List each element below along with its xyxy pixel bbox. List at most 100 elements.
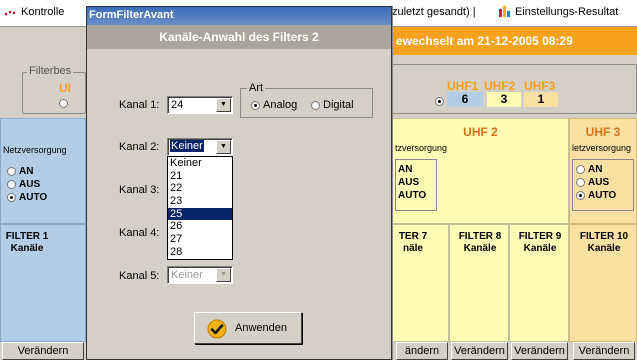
- uhf2-radio-group: AN AUS AUTO: [395, 159, 437, 211]
- uhf1-radio-aus[interactable]: AUS: [7, 178, 40, 191]
- dropdown-option[interactable]: 21: [168, 170, 232, 183]
- art-analog-label: Analog: [263, 99, 298, 111]
- art-radio-digital[interactable]: Digital: [311, 99, 354, 111]
- filter9-panel: FILTER 9 Kanäle: [509, 224, 569, 342]
- kanal2-select[interactable]: Keiner ▼: [167, 138, 233, 156]
- filter8-title: FILTER 8: [458, 231, 502, 242]
- uhf2-radio-an[interactable]: AN: [398, 163, 412, 176]
- uhf1-radio-an[interactable]: AN: [7, 165, 33, 178]
- status-strip: ewechselt am 21-12-2005 08:29: [390, 27, 637, 55]
- filter7-change-button[interactable]: ändern: [396, 342, 448, 360]
- bar-chart-icon: [498, 5, 512, 17]
- uhf3-label: UHF3: [524, 79, 556, 93]
- filter9-title: FILTER 9: [518, 231, 562, 242]
- kanal4-label: Kanal 4:: [119, 227, 160, 239]
- uhf2-netz-label: tzversorgung: [395, 143, 448, 153]
- filter7-title: TER 7: [398, 231, 428, 242]
- filter8-change-button[interactable]: Verändern: [451, 342, 508, 360]
- dropdown-option[interactable]: Keiner: [168, 157, 232, 170]
- uhf1-radio-auto[interactable]: AUTO: [7, 191, 47, 204]
- radio-icon: [311, 100, 320, 110]
- filter7-subtitle: näle: [402, 243, 423, 254]
- radio-an-label: AN: [398, 164, 413, 175]
- art-group: Art Analog Digital: [240, 82, 373, 118]
- filter7-panel: TER 7 näle: [392, 224, 449, 342]
- dropdown-option[interactable]: 27: [168, 233, 232, 246]
- uhf2-radio-aus[interactable]: AUS: [398, 176, 419, 189]
- radio-icon: [7, 179, 16, 189]
- tab-einstellungs-resultat[interactable]: Einstellungs-Resultat: [498, 5, 619, 18]
- uhf1-netz-label: Netzversorgung: [3, 145, 67, 155]
- kanal3-label: Kanal 3:: [119, 184, 160, 196]
- uhf1-label: UHF1: [447, 79, 479, 93]
- uhf-summary-group: UHF1 UHF2 UHF3 6 3 1: [392, 64, 637, 114]
- uhf2-radio-auto[interactable]: AUTO: [398, 189, 426, 202]
- chevron-down-icon: ▼: [216, 268, 231, 282]
- radio-aus-label: AUS: [19, 179, 41, 190]
- dropdown-option[interactable]: 28: [168, 246, 232, 259]
- kanal5-select[interactable]: Keiner ▼: [167, 266, 233, 284]
- radio-icon: [251, 100, 260, 110]
- filter8-panel: FILTER 8 Kanäle: [449, 224, 509, 342]
- kanal1-select[interactable]: 24 ▼: [167, 96, 233, 114]
- dialog-window-title: FormFilterAvant: [89, 9, 174, 21]
- radio-icon: [576, 190, 585, 200]
- filter1-subtitle: Kanäle: [10, 243, 44, 254]
- dropdown-option[interactable]: 26: [168, 220, 232, 233]
- dropdown-option-selected[interactable]: 25: [168, 207, 232, 221]
- radio-auto-label: AUTO: [19, 192, 48, 203]
- uhf3-netz-label: letzversorgung: [572, 143, 632, 153]
- radio-aus-label: AUS: [588, 177, 610, 188]
- filter-channel-dialog: FormFilterAvant Kanäle-Anwahl des Filter…: [86, 6, 392, 360]
- tab-kontrolle[interactable]: Kontrolle: [4, 6, 64, 18]
- apply-button-label: Anwenden: [235, 322, 287, 334]
- uhf1-power-panel: Netzversorgung AN AUS AUTO: [0, 118, 86, 224]
- kanal1-label: Kanal 1:: [119, 99, 160, 111]
- tab-zuletzt[interactable]: zuletzt gesandt) |: [392, 6, 476, 18]
- filter1-panel: FILTER 1 Kanäle: [0, 224, 86, 342]
- apply-button[interactable]: Anwenden: [194, 312, 302, 344]
- uhf3-radio-aus[interactable]: AUS: [576, 176, 609, 189]
- uhf3-radio-auto[interactable]: AUTO: [576, 189, 616, 202]
- chart-dots-icon: [4, 8, 18, 17]
- uhf2-title: UHF 2: [463, 125, 498, 139]
- radio-an-label: AN: [19, 166, 34, 177]
- filter10-title: FILTER 10: [579, 231, 629, 242]
- dropdown-option[interactable]: 22: [168, 182, 232, 195]
- filter1-change-button[interactable]: Verändern: [2, 342, 84, 360]
- kanal2-value: Keiner: [170, 140, 204, 152]
- uhf2-label: UHF2: [484, 79, 516, 93]
- radio-aus-label: AUS: [398, 177, 420, 188]
- uhf3-title: UHF 3: [585, 125, 621, 139]
- radio-auto-label: AUTO: [398, 190, 427, 201]
- filter9-subtitle: Kanäle: [523, 243, 557, 254]
- kanal5-value: Keiner: [171, 269, 203, 281]
- filterbes-radio[interactable]: [59, 98, 68, 108]
- uhf3-radio-an[interactable]: AN: [576, 163, 602, 176]
- uhf3-radio-group: AN AUS AUTO: [572, 159, 634, 211]
- kanal2-dropdown-list: Keiner 21 22 23 25 26 27 28: [167, 156, 233, 260]
- filterbes-prefix: UI: [59, 81, 71, 95]
- filter10-change-button[interactable]: Verändern: [573, 342, 635, 360]
- kanal5-label: Kanal 5:: [119, 270, 160, 282]
- tab-einstellungs-label: Einstellungs-Resultat: [515, 6, 619, 18]
- filterbes-legend: Filterbes: [27, 65, 74, 77]
- radio-icon: [7, 192, 16, 202]
- filter10-subtitle: Kanäle: [587, 243, 621, 254]
- radio-auto-label: AUTO: [588, 190, 617, 201]
- dropdown-option[interactable]: 23: [168, 195, 232, 208]
- tab-zuletzt-label: zuletzt gesandt): [392, 6, 470, 18]
- art-radio-analog[interactable]: Analog: [251, 99, 297, 111]
- uhf-summary-radio[interactable]: [435, 96, 444, 106]
- uhf2-value: 3: [487, 92, 521, 107]
- art-digital-label: Digital: [323, 99, 354, 111]
- kanal2-label: Kanal 2:: [119, 141, 160, 153]
- filterbes-group: Filterbes UI: [22, 65, 86, 114]
- filter9-change-button[interactable]: Verändern: [511, 342, 568, 360]
- uhf2-power-panel: UHF 2 tzversorgung AN AUS AUTO: [392, 118, 569, 224]
- radio-an-label: AN: [588, 164, 603, 175]
- chevron-down-icon: ▼: [216, 98, 231, 112]
- filter8-subtitle: Kanäle: [463, 243, 497, 254]
- radio-icon: [576, 177, 585, 187]
- radio-icon: [7, 166, 16, 176]
